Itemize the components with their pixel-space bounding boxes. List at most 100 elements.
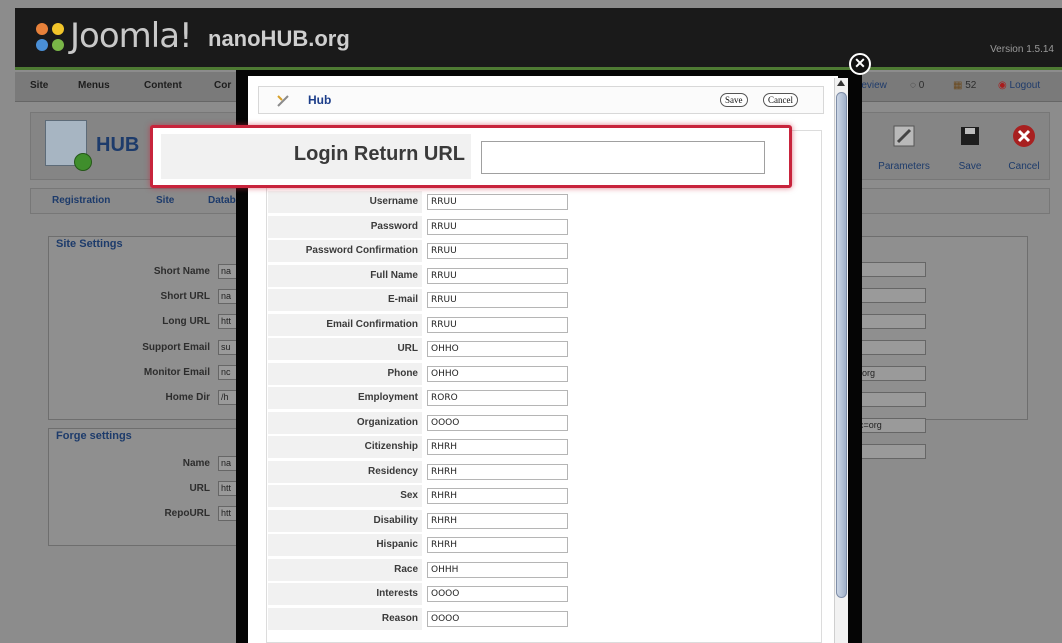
form-field-input[interactable]: OHHO xyxy=(427,341,568,357)
save-button[interactable]: Save xyxy=(942,122,998,172)
right-setting-input[interactable]: c=org xyxy=(856,418,926,433)
form-field-input[interactable]: RRUU xyxy=(427,292,568,308)
login-return-url-label: Login Return URL xyxy=(293,143,465,165)
form-field-label: Password xyxy=(370,220,418,232)
modal-cancel-button[interactable]: Cancel xyxy=(763,93,798,107)
form-field-input[interactable]: OOOO xyxy=(427,414,568,431)
form-field-input[interactable]: OOOO xyxy=(427,610,568,627)
form-field-label: Hispanic xyxy=(376,539,418,550)
form-field-input[interactable]: RHRH xyxy=(427,439,568,455)
form-field-input[interactable]: RHRH xyxy=(427,512,568,529)
right-setting-input[interactable] xyxy=(856,288,926,303)
cancel-button[interactable]: Cancel xyxy=(996,122,1052,172)
long-url-label: Long URL xyxy=(162,316,210,327)
monitor-email-input[interactable]: nc xyxy=(218,365,238,380)
form-field-label: Username xyxy=(369,196,418,207)
hub-component-icon xyxy=(45,120,92,171)
messages-icon: ◌ xyxy=(910,80,916,91)
form-field-input[interactable]: RORO xyxy=(427,390,568,406)
forge-url-label: URL xyxy=(189,483,210,494)
form-field-input[interactable]: RHRH xyxy=(427,463,568,480)
short-name-label: Short Name xyxy=(153,266,210,277)
parameters-button[interactable]: Parameters xyxy=(876,122,932,172)
form-field-label: Phone xyxy=(387,367,418,379)
preview-link[interactable]: review xyxy=(858,80,887,91)
users-count-value: 52 xyxy=(965,80,977,91)
menu-components[interactable]: Cor xyxy=(214,80,231,91)
form-field-label: URL xyxy=(397,343,418,354)
form-field-input[interactable]: OHHH xyxy=(427,561,568,578)
cancel-icon xyxy=(1013,125,1035,147)
users-icon: ▦ xyxy=(953,80,963,91)
modal-close-button[interactable]: ✕ xyxy=(849,53,871,75)
cancel-label: Cancel xyxy=(1008,161,1040,172)
scroll-thumb[interactable] xyxy=(836,92,847,598)
form-field-label: Reason xyxy=(381,612,418,624)
right-setting-input[interactable] xyxy=(856,262,926,277)
messages-count-value: 0 xyxy=(918,80,925,91)
form-field-label: Disability xyxy=(373,514,418,526)
form-field-input[interactable]: RHRH xyxy=(427,488,568,504)
forge-url-input[interactable]: htt xyxy=(218,481,238,496)
form-field-input[interactable]: RRUU xyxy=(427,267,568,284)
save-label: Save xyxy=(958,161,982,172)
parameters-icon xyxy=(893,125,915,147)
right-setting-input[interactable]: -org xyxy=(856,366,926,381)
form-field-label: Full Name xyxy=(370,269,418,281)
form-field-label: Password Confirmation xyxy=(305,245,418,256)
menu-site[interactable]: Site xyxy=(30,80,48,91)
form-field-input[interactable]: RHRH xyxy=(427,537,568,553)
form-field-label: Residency xyxy=(367,465,418,477)
logout-label: Logout xyxy=(1009,80,1041,91)
form-field-input[interactable]: OHHO xyxy=(427,365,568,382)
modal-save-button[interactable]: Save xyxy=(720,93,748,107)
logout-link[interactable]: ◉ Logout xyxy=(998,80,1040,91)
short-url-label: Short URL xyxy=(160,291,210,302)
logout-icon: ◉ xyxy=(998,80,1007,91)
support-email-label: Support Email xyxy=(142,342,210,353)
modal-title: Hub xyxy=(308,93,332,107)
right-setting-input[interactable] xyxy=(856,444,926,459)
parameters-label: Parameters xyxy=(878,161,930,172)
forge-name-label: Name xyxy=(182,458,210,469)
hub-icon xyxy=(277,95,289,107)
menu-content[interactable]: Content xyxy=(144,80,182,91)
form-field-label: Interests xyxy=(376,588,418,599)
form-field-label: Sex xyxy=(400,490,418,501)
form-field-input[interactable]: RRUU xyxy=(427,218,568,235)
form-field-input[interactable]: RRUU xyxy=(427,316,568,333)
messages-count: ◌ 0 xyxy=(910,80,924,91)
right-setting-input[interactable] xyxy=(856,314,926,329)
short-name-input[interactable]: na xyxy=(218,264,238,279)
tab-database[interactable]: Datab xyxy=(208,195,236,206)
scroll-up-arrow-icon[interactable] xyxy=(837,80,845,86)
forge-settings-legend: Forge settings xyxy=(56,430,132,442)
repo-url-label: RepoURL xyxy=(164,508,210,519)
site-title: nanoHUB.org xyxy=(208,26,350,51)
tab-site[interactable]: Site xyxy=(156,195,174,206)
right-setting-input[interactable] xyxy=(856,392,926,407)
form-field-label: E-mail xyxy=(387,294,418,305)
tab-registration[interactable]: Registration xyxy=(52,195,110,206)
long-url-input[interactable]: htt xyxy=(218,314,238,329)
home-dir-input[interactable]: /h xyxy=(218,390,238,405)
version-label: Version 1.5.14 xyxy=(990,44,1054,55)
form-field-label: Race xyxy=(394,563,418,575)
form-field-input[interactable]: RRUU xyxy=(427,243,568,259)
close-icon: ✕ xyxy=(854,55,866,71)
form-field-input[interactable]: RRUU xyxy=(427,194,568,210)
form-field-label: Citizenship xyxy=(364,441,418,452)
login-return-url-input[interactable] xyxy=(481,141,765,174)
form-field-label: Email Confirmation xyxy=(326,318,418,330)
forge-name-input[interactable]: na xyxy=(218,456,238,471)
form-field-label: Organization xyxy=(356,416,418,428)
menu-menus[interactable]: Menus xyxy=(78,80,110,91)
screen: Joomla! nanoHUB.org Version 1.5.14 Site … xyxy=(0,0,1062,643)
repo-url-input[interactable]: htt xyxy=(218,506,238,521)
form-field-input[interactable]: OOOO xyxy=(427,586,568,602)
support-email-input[interactable]: su xyxy=(218,340,238,355)
toolbar-title: HUB xyxy=(96,134,140,156)
joomla-logo-icon xyxy=(36,23,64,51)
right-setting-input[interactable] xyxy=(856,340,926,355)
short-url-input[interactable]: na xyxy=(218,289,238,304)
